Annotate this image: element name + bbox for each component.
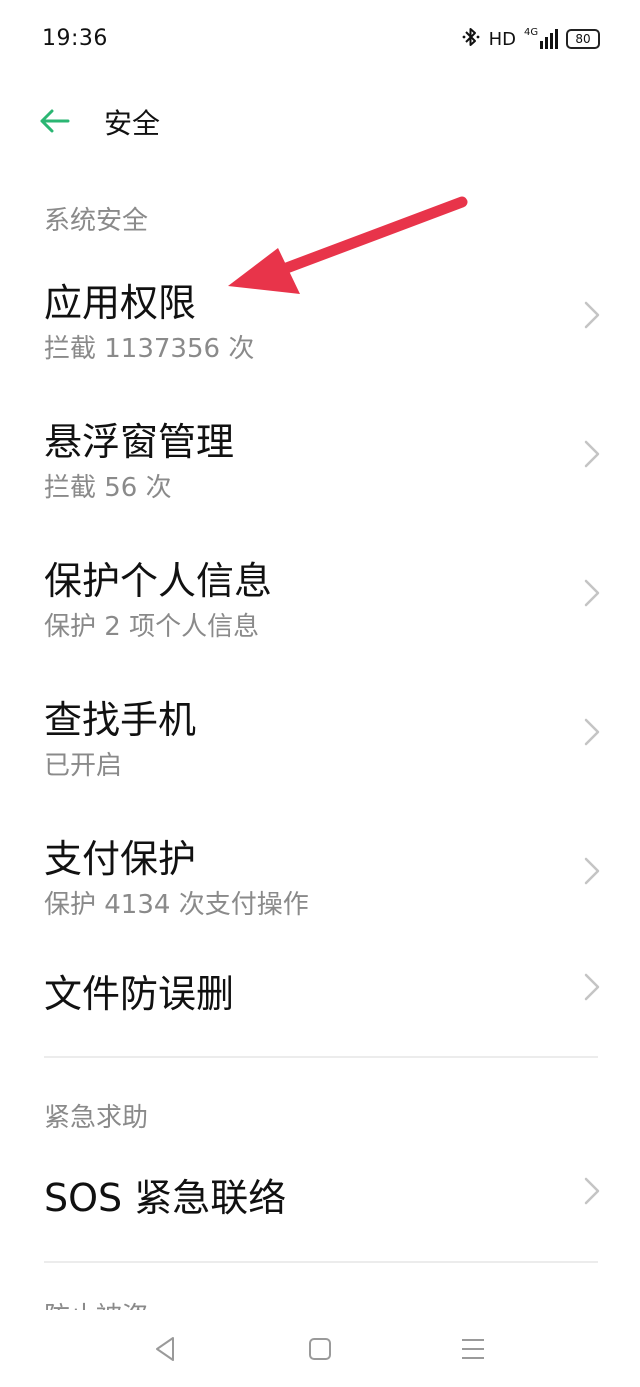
triangle-back-icon — [156, 1337, 174, 1361]
item-subtitle: 拦截 56 次 — [44, 473, 172, 503]
arrow-left-icon — [40, 109, 70, 133]
item-title: 查找手机 — [44, 698, 197, 742]
chevron-right-icon — [584, 301, 600, 329]
battery-icon: 80 — [566, 29, 600, 49]
page-title: 安全 — [104, 107, 161, 140]
list-item-find-phone[interactable]: 查找手机 已开启 — [0, 679, 640, 791]
battery-level: 80 — [575, 32, 591, 46]
item-title: SOS 紧急联络 — [44, 1176, 287, 1220]
section-label-emergency: 紧急求助 — [44, 1103, 149, 1133]
item-title: 支付保护 — [44, 837, 197, 881]
list-item-floating-window[interactable]: 悬浮窗管理 拦截 56 次 — [0, 401, 640, 513]
item-subtitle: 已开启 — [44, 751, 123, 781]
list-item-file-protection[interactable]: 文件防误删 — [0, 955, 640, 1025]
bluetooth-icon — [461, 26, 481, 52]
section-label-partial: 防止被盗 — [44, 1296, 148, 1310]
list-item-payment-protection[interactable]: 支付保护 保护 4134 次支付操作 — [0, 818, 640, 930]
app-header: 安全 — [0, 88, 640, 152]
nav-back-button[interactable] — [150, 1334, 180, 1364]
signal-icon: 4G — [524, 27, 558, 51]
annotation-arrow-icon — [228, 196, 468, 294]
chevron-right-icon — [584, 1177, 600, 1205]
nav-menu-button[interactable] — [458, 1334, 488, 1364]
item-title: 应用权限 — [44, 281, 197, 325]
item-title: 保护个人信息 — [44, 559, 273, 603]
item-subtitle: 保护 2 项个人信息 — [44, 612, 260, 642]
item-subtitle: 保护 4134 次支付操作 — [44, 890, 309, 920]
status-icons: HD 4G 80 — [461, 26, 600, 52]
chevron-right-icon — [584, 440, 600, 468]
status-time: 19:36 — [42, 26, 108, 51]
item-title: 悬浮窗管理 — [44, 420, 235, 464]
section-divider — [44, 1261, 598, 1263]
nav-home-button[interactable] — [305, 1334, 335, 1364]
section-label-system-security: 系统安全 — [44, 206, 149, 236]
navigation-bar — [0, 1310, 640, 1387]
item-subtitle: 拦截 1137356 次 — [44, 334, 255, 364]
section-divider — [44, 1056, 598, 1058]
list-item-personal-info[interactable]: 保护个人信息 保护 2 项个人信息 — [0, 540, 640, 652]
chevron-right-icon — [584, 857, 600, 885]
item-title: 文件防误删 — [44, 972, 235, 1016]
square-home-icon — [309, 1338, 331, 1360]
status-bar: 19:36 HD 4G 80 — [0, 0, 640, 78]
back-button[interactable] — [36, 102, 74, 140]
hd-label: HD — [488, 28, 516, 50]
chevron-right-icon — [584, 718, 600, 746]
chevron-right-icon — [584, 579, 600, 607]
list-item-sos-contact[interactable]: SOS 紧急联络 — [0, 1159, 640, 1229]
lines-menu-icon — [462, 1339, 484, 1359]
chevron-right-icon — [584, 973, 600, 1001]
